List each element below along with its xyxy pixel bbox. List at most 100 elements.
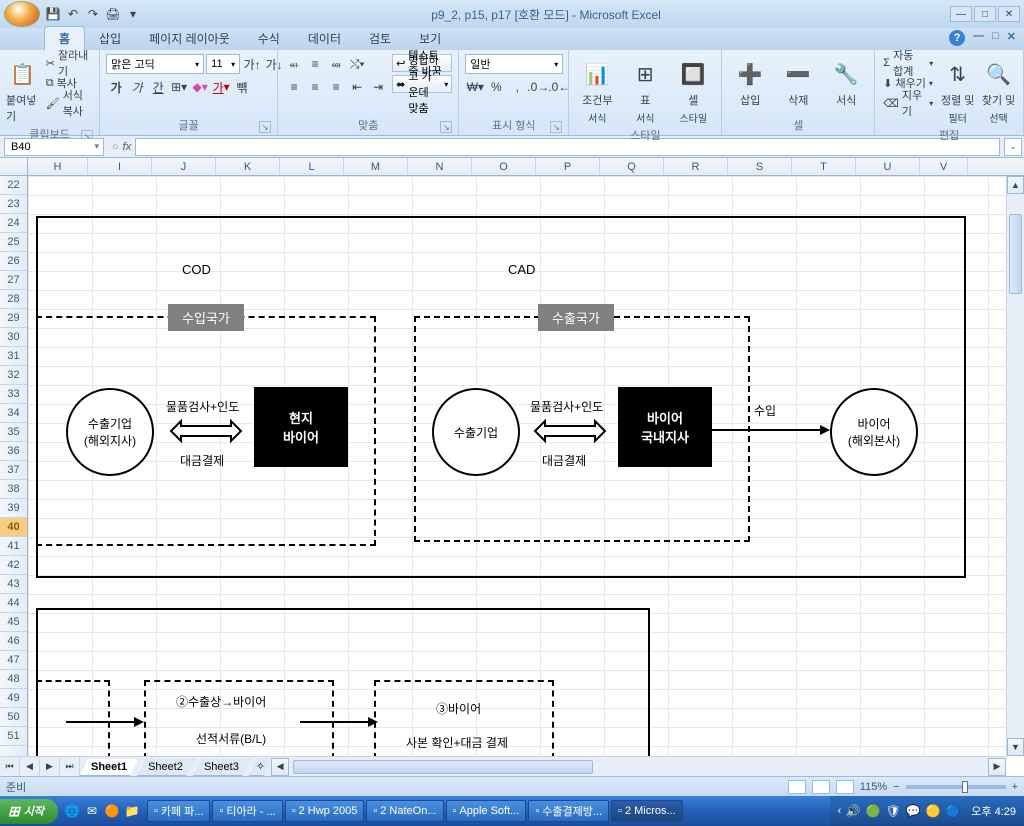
clear-button[interactable]: ⌫지우기▾ [881,94,935,112]
align-top-icon[interactable]: ⬴ [284,54,304,74]
scroll-down-button[interactable]: ▼ [1007,738,1024,756]
row-header-39[interactable]: 39 [0,499,27,518]
fx-icon[interactable]: fx [123,141,132,153]
autosum-button[interactable]: Σ자동 합계▾ [881,54,935,72]
row-header-25[interactable]: 25 [0,233,27,252]
increase-decimal-icon[interactable]: .0→ [528,77,548,97]
horizontal-scrollbar[interactable]: ◀ ▶ [271,757,1006,776]
tray-icon-1[interactable]: 🔊 [845,803,861,819]
increase-indent-icon[interactable]: ⇥ [368,77,388,97]
minimize-button[interactable]: — [950,6,972,22]
save-icon[interactable]: 💾 [44,5,62,23]
col-header-H[interactable]: H [28,158,88,175]
tray-icon-3[interactable]: 🛡 [885,803,901,819]
align-launcher[interactable]: ↘ [440,121,452,133]
hscroll-right-button[interactable]: ▶ [988,758,1006,776]
row-header-48[interactable]: 48 [0,670,27,689]
formula-input[interactable] [135,138,1000,156]
border-icon[interactable]: ⊞▾ [169,77,189,97]
row-header-51[interactable]: 51 [0,727,27,746]
col-header-V[interactable]: V [920,158,968,175]
tray-icon-4[interactable]: 💬 [905,803,921,819]
vertical-scrollbar[interactable]: ▲ ▼ [1006,176,1024,756]
row-header-28[interactable]: 28 [0,290,27,309]
delete-cells-button[interactable]: ➖삭제 [776,54,820,108]
sheet-tab-2[interactable]: Sheet2 [137,759,194,776]
paste-button[interactable]: 📋 붙여넣기 [6,54,40,124]
sheet-nav-first[interactable]: ⏮ [0,757,20,776]
conditional-format-button[interactable]: 📊조건부서식 [575,54,619,125]
zoom-in-button[interactable]: + [1012,781,1018,793]
tab-formula[interactable]: 수식 [244,27,294,50]
align-middle-icon[interactable]: ≡ [305,54,325,74]
name-box[interactable]: B40 [4,138,104,156]
format-painter-button[interactable]: 🖌서식 복사 [44,94,93,112]
hscroll-thumb[interactable] [293,760,593,774]
close-button[interactable]: ✕ [998,6,1020,22]
col-header-J[interactable]: J [152,158,216,175]
sheet-nav-last[interactable]: ⏭ [60,757,80,776]
col-header-M[interactable]: M [344,158,408,175]
ql-icon-1[interactable]: 🌐 [64,803,80,819]
merge-center-button[interactable]: ⬌병합하고 가운데 맞춤▾ [392,75,452,93]
decrease-indent-icon[interactable]: ⇤ [347,77,367,97]
formula-circle-icon[interactable]: ○ [112,141,119,153]
ql-icon-2[interactable]: ✉ [84,803,100,819]
qat-more-icon[interactable]: ▾ [124,5,142,23]
view-pagebreak-button[interactable] [836,780,854,794]
undo-icon[interactable]: ↶ [64,5,82,23]
vscroll-thumb[interactable] [1009,214,1022,294]
number-format-select[interactable]: 일반▾ [465,54,563,74]
col-header-R[interactable]: R [664,158,728,175]
col-header-N[interactable]: N [408,158,472,175]
office-button[interactable] [4,1,40,27]
insert-cells-button[interactable]: ➕삽입 [728,54,772,108]
zoom-slider[interactable] [906,785,1006,789]
row-header-36[interactable]: 36 [0,442,27,461]
row-header-42[interactable]: 42 [0,556,27,575]
col-header-T[interactable]: T [792,158,856,175]
number-launcher[interactable]: ↘ [550,121,562,133]
row-header-35[interactable]: 35 [0,423,27,442]
align-bottom-icon[interactable]: ⬵ [326,54,346,74]
orientation-icon[interactable]: ⤭▾ [347,54,367,74]
view-normal-button[interactable] [788,780,806,794]
sheet-tab-3[interactable]: Sheet3 [193,759,250,776]
row-header-33[interactable]: 33 [0,385,27,404]
row-header-47[interactable]: 47 [0,651,27,670]
help-icon[interactable]: ? [949,30,965,46]
row-header-22[interactable]: 22 [0,176,27,195]
ribbon-restore-doc[interactable]: □ [992,30,999,46]
col-header-O[interactable]: O [472,158,536,175]
italic-icon[interactable]: 가 [127,77,147,97]
format-cells-button[interactable]: 🔧서식 [824,54,868,108]
font-name-select[interactable]: 맑은 고딕▾ [106,54,204,74]
zoom-out-button[interactable]: − [893,781,899,793]
col-header-Q[interactable]: Q [600,158,664,175]
maximize-button[interactable]: □ [974,6,996,22]
scroll-up-button[interactable]: ▲ [1007,176,1024,194]
select-all-corner[interactable] [0,158,28,175]
row-header-40[interactable]: 40 [0,518,27,537]
currency-icon[interactable]: ₩▾ [465,77,485,97]
font-color-icon[interactable]: 가▾ [211,77,231,97]
tray-icon-6[interactable]: 🔵 [945,803,961,819]
cells-area[interactable]: COD CAD 수입국가 수출기업 (해외지사) 물품검사+인도 대금결제 현지… [28,176,1024,756]
row-header-32[interactable]: 32 [0,366,27,385]
col-header-U[interactable]: U [856,158,920,175]
underline-icon[interactable]: 간 [148,77,168,97]
sort-filter-button[interactable]: ⇅정렬 및필터 [939,54,976,125]
row-header-27[interactable]: 27 [0,271,27,290]
col-header-I[interactable]: I [88,158,152,175]
col-header-P[interactable]: P [536,158,600,175]
row-header-30[interactable]: 30 [0,328,27,347]
tray-icon-2[interactable]: 🟢 [865,803,881,819]
align-center-icon[interactable]: ≡ [305,77,325,97]
redo-icon[interactable]: ↷ [84,5,102,23]
tab-layout[interactable]: 페이지 레이아웃 [135,27,244,50]
row-header-49[interactable]: 49 [0,689,27,708]
font-launcher[interactable]: ↘ [259,121,271,133]
tab-data[interactable]: 데이터 [294,27,355,50]
sheet-nav-next[interactable]: ▶ [40,757,60,776]
font-size-select[interactable]: 11▾ [206,54,240,74]
